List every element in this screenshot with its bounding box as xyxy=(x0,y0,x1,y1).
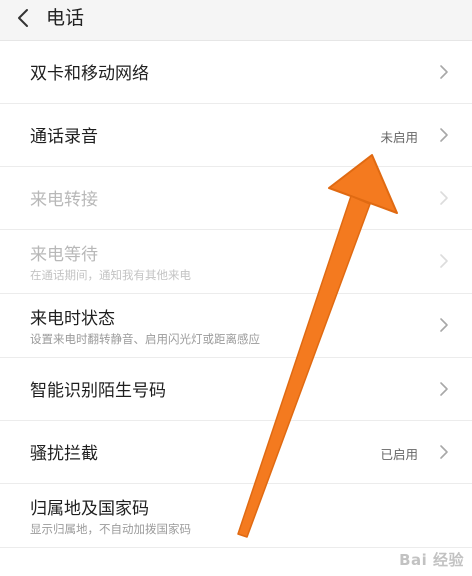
setting-title: 来电时状态 xyxy=(30,309,115,329)
top-bar: 电话 xyxy=(0,0,472,41)
chevron-right-icon xyxy=(440,65,448,79)
chevron-right-icon xyxy=(440,128,448,142)
status-text: 未启用 xyxy=(380,130,418,145)
watermark-text: Bai 经验 xyxy=(399,551,464,569)
chevron-left-icon[interactable] xyxy=(12,6,36,30)
setting-title: 通话录音 xyxy=(30,127,98,147)
setting-row-caller-location[interactable]: 归属地及国家码 显示归属地，不自动加拨国家码 xyxy=(0,484,472,548)
chevron-right-icon xyxy=(440,445,448,459)
status-text: 已启用 xyxy=(380,447,418,462)
setting-row-call-waiting: 来电等待 在通话期间，通知我有其他来电 xyxy=(0,230,472,294)
setting-subtitle: 设置来电时翻转静音、启用闪光灯或距离感应 xyxy=(30,332,260,346)
settings-list: 双卡和移动网络 通话录音 未启用 来电转接 来电等待 在通话期间，通知我有其他来… xyxy=(0,41,472,548)
setting-title: 智能识别陌生号码 xyxy=(30,381,166,401)
setting-row-harassment-block[interactable]: 骚扰拦截 已启用 xyxy=(0,421,472,484)
chevron-right-icon xyxy=(440,382,448,396)
setting-subtitle: 显示归属地，不自动加拨国家码 xyxy=(30,522,191,536)
page-title: 电话 xyxy=(46,7,85,29)
chevron-right-icon xyxy=(440,318,448,332)
setting-title: 来电等待 xyxy=(30,245,98,265)
setting-row-smart-identify[interactable]: 智能识别陌生号码 xyxy=(0,358,472,421)
chevron-right-icon xyxy=(440,254,448,268)
setting-row-incoming-call-state[interactable]: 来电时状态 设置来电时翻转静音、启用闪光灯或距离感应 xyxy=(0,294,472,358)
setting-title: 归属地及国家码 xyxy=(30,499,149,519)
chevron-right-icon xyxy=(440,191,448,205)
setting-subtitle: 在通话期间，通知我有其他来电 xyxy=(30,268,191,282)
setting-row-dual-sim[interactable]: 双卡和移动网络 xyxy=(0,41,472,104)
setting-title: 骚扰拦截 xyxy=(30,444,98,464)
setting-title: 双卡和移动网络 xyxy=(30,64,149,84)
setting-title: 来电转接 xyxy=(30,190,98,210)
setting-row-call-forwarding: 来电转接 xyxy=(0,167,472,230)
setting-row-call-recording[interactable]: 通话录音 未启用 xyxy=(0,104,472,167)
